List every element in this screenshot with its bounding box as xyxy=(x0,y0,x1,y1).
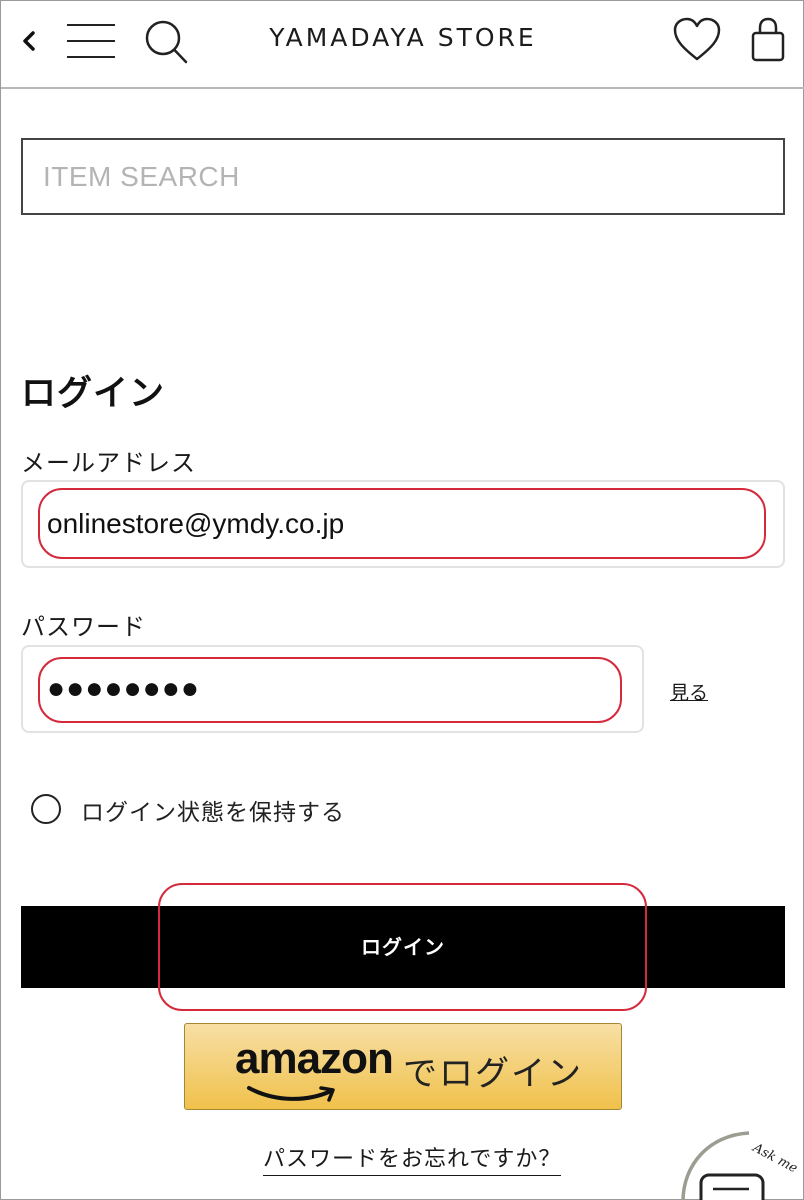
remember-label: ログイン状態を保持する xyxy=(81,800,345,826)
password-field[interactable]: ●●●●●●●● xyxy=(21,645,644,733)
email-value: onlinestore@ymdy.co.jp xyxy=(47,508,345,539)
remember-radio[interactable] xyxy=(31,794,61,824)
bag-icon[interactable] xyxy=(745,15,791,67)
heart-icon[interactable] xyxy=(669,15,725,65)
item-search-input[interactable]: ITEM SEARCH xyxy=(21,138,785,215)
screen-frame: YAMADAYA STORE ITEM SEARCH ログイン メールアドレス … xyxy=(0,0,804,1200)
password-label: パスワード xyxy=(21,613,146,641)
email-label: メールアドレス xyxy=(21,449,196,477)
login-heading: ログイン xyxy=(21,374,166,414)
amazon-login-suffix: でログイン xyxy=(403,1054,583,1094)
remember-login-option[interactable]: ログイン状態を保持する xyxy=(31,791,391,827)
amazon-smile-icon xyxy=(245,1084,345,1106)
show-password-link[interactable]: 見る xyxy=(670,678,708,705)
login-button[interactable]: ログイン xyxy=(21,906,785,988)
amazon-logo: amazon xyxy=(235,1034,394,1083)
forgot-password-link[interactable]: パスワードをお忘れですか？ xyxy=(263,1141,562,1176)
site-header: YAMADAYA STORE xyxy=(1,1,804,89)
chat-widget[interactable]: Ask me xyxy=(679,1125,804,1200)
email-field[interactable]: onlinestore@ymdy.co.jp xyxy=(21,480,785,568)
password-value: ●●●●●●●● xyxy=(47,672,200,705)
amazon-login-button[interactable]: amazon でログイン xyxy=(184,1023,622,1110)
